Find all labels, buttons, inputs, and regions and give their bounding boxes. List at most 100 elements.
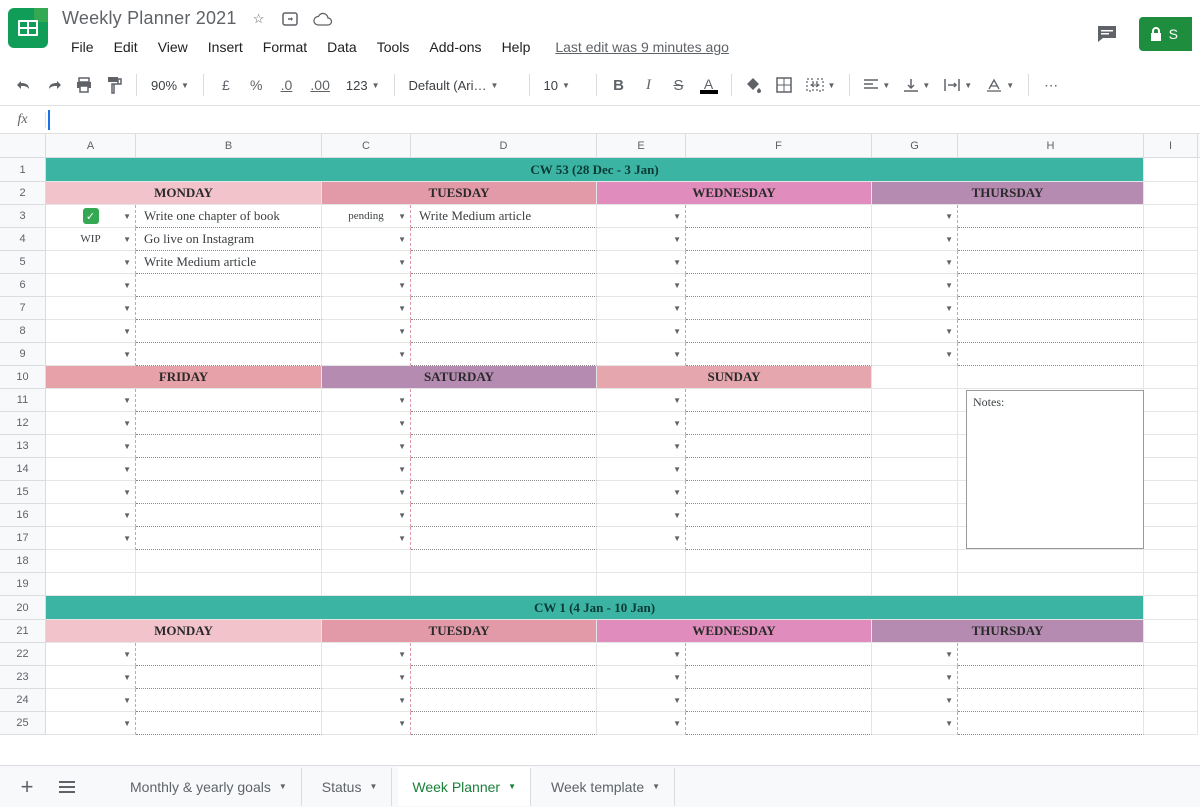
fx-label[interactable]: fx xyxy=(0,112,46,128)
task-cell[interactable] xyxy=(136,689,322,712)
cell[interactable] xyxy=(1144,643,1198,666)
status-cell[interactable]: ▼ xyxy=(322,666,411,689)
rowh-6[interactable]: 6 xyxy=(0,274,46,297)
percent-button[interactable]: % xyxy=(242,71,270,99)
status-cell[interactable]: ▼ xyxy=(597,389,686,412)
dropdown-arrow-icon[interactable]: ▼ xyxy=(673,235,681,244)
more-tools-button[interactable]: ⋯ xyxy=(1037,71,1065,99)
menu-file[interactable]: File xyxy=(62,35,103,59)
task-cell[interactable] xyxy=(411,504,597,527)
status-cell[interactable]: ▼ xyxy=(322,689,411,712)
menu-view[interactable]: View xyxy=(149,35,197,59)
dropdown-arrow-icon[interactable]: ▼ xyxy=(673,465,681,474)
task-cell[interactable] xyxy=(958,297,1144,320)
status-cell[interactable]: WIP▼ xyxy=(46,228,136,251)
status-cell[interactable]: ▼ xyxy=(872,666,958,689)
task-cell[interactable] xyxy=(136,481,322,504)
dropdown-arrow-icon[interactable]: ▼ xyxy=(398,304,406,313)
select-all-corner[interactable] xyxy=(0,134,46,157)
dropdown-arrow-icon[interactable]: ▼ xyxy=(398,534,406,543)
dropdown-arrow-icon[interactable]: ▼ xyxy=(673,258,681,267)
status-cell[interactable]: ▼ xyxy=(322,435,411,458)
colh-F[interactable]: F xyxy=(686,134,872,157)
dropdown-arrow-icon[interactable]: ▼ xyxy=(673,212,681,221)
status-cell[interactable]: ▼ xyxy=(322,320,411,343)
dropdown-arrow-icon[interactable]: ▼ xyxy=(398,235,406,244)
task-cell[interactable] xyxy=(136,320,322,343)
status-cell[interactable]: ▼ xyxy=(322,504,411,527)
cell[interactable] xyxy=(322,550,411,573)
day-tue[interactable]: TUESDAY xyxy=(322,620,597,643)
cell[interactable] xyxy=(1144,712,1198,735)
task-cell[interactable] xyxy=(958,343,1144,366)
rowh-1[interactable]: 1 xyxy=(0,158,46,182)
cells-area[interactable]: CW 53 (28 Dec - 3 Jan)MONDAYTUESDAYWEDNE… xyxy=(46,158,1200,735)
dropdown-arrow-icon[interactable]: ▼ xyxy=(123,350,131,359)
task-cell[interactable] xyxy=(686,274,872,297)
cell[interactable] xyxy=(46,550,136,573)
status-cell[interactable]: ▼ xyxy=(46,389,136,412)
status-cell[interactable]: ▼ xyxy=(46,666,136,689)
cell[interactable] xyxy=(686,550,872,573)
rowh-15[interactable]: 15 xyxy=(0,481,46,504)
redo-button[interactable] xyxy=(40,71,68,99)
cell[interactable] xyxy=(1144,573,1198,596)
dropdown-arrow-icon[interactable]: ▼ xyxy=(123,442,131,451)
status-cell[interactable]: ▼ xyxy=(322,412,411,435)
zoom-select[interactable]: 90%▼ xyxy=(145,71,195,99)
dropdown-arrow-icon[interactable]: ▼ xyxy=(673,396,681,405)
status-cell[interactable]: ▼ xyxy=(322,712,411,735)
sheets-logo[interactable] xyxy=(8,8,48,48)
dropdown-arrow-icon[interactable]: ▼ xyxy=(398,719,406,728)
cell[interactable] xyxy=(872,366,958,389)
task-cell[interactable] xyxy=(411,527,597,550)
dropdown-arrow-icon[interactable]: ▼ xyxy=(123,258,131,267)
colh-A[interactable]: A xyxy=(46,134,136,157)
dropdown-arrow-icon[interactable]: ▼ xyxy=(398,258,406,267)
status-cell[interactable]: ▼ xyxy=(46,504,136,527)
task-cell[interactable] xyxy=(411,435,597,458)
status-cell[interactable]: ▼ xyxy=(46,274,136,297)
dropdown-arrow-icon[interactable]: ▼ xyxy=(123,719,131,728)
sheet-tab-1[interactable]: Status▼ xyxy=(308,768,393,806)
print-button[interactable] xyxy=(70,71,98,99)
dropdown-arrow-icon[interactable]: ▼ xyxy=(673,304,681,313)
status-cell[interactable]: ▼ xyxy=(597,666,686,689)
task-cell[interactable] xyxy=(411,274,597,297)
status-cell[interactable]: ▼ xyxy=(322,458,411,481)
status-cell[interactable]: ▼ xyxy=(597,205,686,228)
dropdown-arrow-icon[interactable]: ▼ xyxy=(673,350,681,359)
dropdown-arrow-icon[interactable]: ▼ xyxy=(123,488,131,497)
notes-box[interactable]: Notes: xyxy=(966,390,1144,549)
rowh-21[interactable]: 21 xyxy=(0,620,46,643)
cell[interactable] xyxy=(1144,228,1198,251)
rowh-7[interactable]: 7 xyxy=(0,297,46,320)
cell[interactable] xyxy=(1144,689,1198,712)
task-cell[interactable] xyxy=(686,458,872,481)
task-cell[interactable] xyxy=(411,320,597,343)
colh-E[interactable]: E xyxy=(597,134,686,157)
dropdown-arrow-icon[interactable]: ▼ xyxy=(673,327,681,336)
task-cell[interactable] xyxy=(136,435,322,458)
day-thu[interactable]: THURSDAY xyxy=(872,182,1144,205)
cell[interactable] xyxy=(958,573,1144,596)
task-cell[interactable] xyxy=(686,251,872,274)
rowh-5[interactable]: 5 xyxy=(0,251,46,274)
task-cell[interactable] xyxy=(958,320,1144,343)
day-mon[interactable]: MONDAY xyxy=(46,182,322,205)
cell[interactable] xyxy=(1144,343,1198,366)
day-tue[interactable]: TUESDAY xyxy=(322,182,597,205)
task-cell[interactable] xyxy=(958,643,1144,666)
cell[interactable] xyxy=(136,573,322,596)
status-cell[interactable]: ▼ xyxy=(872,689,958,712)
status-cell[interactable]: ▼ xyxy=(46,712,136,735)
status-cell[interactable]: ▼ xyxy=(597,712,686,735)
share-button[interactable]: S xyxy=(1139,17,1192,51)
menu-addons[interactable]: Add-ons xyxy=(420,35,490,59)
task-cell[interactable] xyxy=(136,297,322,320)
status-cell[interactable]: ▼ xyxy=(46,435,136,458)
day-fri[interactable]: FRIDAY xyxy=(46,366,322,389)
cell[interactable] xyxy=(872,412,958,435)
day-sat[interactable]: SATURDAY xyxy=(322,366,597,389)
cell[interactable] xyxy=(1144,458,1198,481)
